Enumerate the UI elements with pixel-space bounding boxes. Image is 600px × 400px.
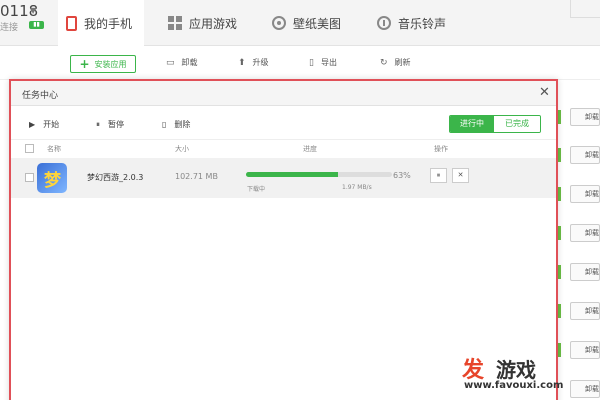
pause-label: 暂停 — [108, 120, 124, 129]
grid-icon — [168, 16, 182, 30]
window-control[interactable] — [570, 0, 600, 18]
watermark-text: 游戏 — [496, 358, 536, 382]
top-nav-bar: 0118 ▼ 连接 ▮▮ 我的手机 应用游戏 壁纸美图 音乐铃声 — [0, 0, 600, 46]
task-table-header: 名称 大小 进度 操作 — [11, 141, 556, 157]
export-icon: ▯ — [309, 57, 314, 68]
list-marker — [558, 265, 561, 279]
install-label: 安装应用 — [94, 59, 127, 69]
table-row[interactable]: 梦 梦幻西游_2.0.3 102.71 MB 63% 下载中 1.97 MB/s… — [11, 158, 556, 198]
download-speed: 1.97 MB/s — [342, 184, 372, 191]
delete-label: 删除 — [174, 120, 191, 129]
upgrade-button[interactable]: ⬆ 升级 — [238, 57, 269, 68]
task-filter-toggle: 进行中 已完成 — [449, 115, 541, 133]
header-name: 名称 — [47, 145, 61, 153]
side-uninstall-button[interactable]: 卸载 — [570, 263, 600, 281]
dialog-title-bar: 任务中心 ✕ — [11, 81, 556, 106]
select-all-checkbox[interactable] — [25, 144, 34, 153]
image-icon — [272, 16, 286, 30]
music-icon — [377, 16, 391, 30]
tab-label: 壁纸美图 — [293, 16, 342, 31]
dialog-title: 任务中心 — [22, 91, 59, 101]
uninstall-button[interactable]: ▭ 卸载 — [166, 57, 198, 68]
pause-icon: ⏸ — [96, 119, 100, 129]
download-state: 下载中 — [247, 186, 266, 193]
plus-icon: + — [79, 57, 90, 71]
account-area[interactable]: 0118 ▼ 连接 ▮▮ — [0, 0, 50, 46]
app-window: 0118 ▼ 连接 ▮▮ 我的手机 应用游戏 壁纸美图 音乐铃声 + 安装应用 — [0, 0, 600, 400]
app-icon: 梦 — [37, 163, 67, 193]
arrow-up-icon: ⬆ — [238, 57, 246, 68]
header-progress: 进度 — [303, 145, 317, 153]
tab-running[interactable]: 进行中 — [450, 116, 495, 132]
list-marker — [558, 148, 561, 162]
export-button[interactable]: ▯ 导出 — [309, 57, 337, 68]
progress-fill — [246, 172, 338, 177]
cancel-task-button[interactable]: ✕ — [452, 168, 469, 183]
export-label: 导出 — [320, 58, 337, 67]
header-action: 操作 — [434, 145, 448, 153]
delete-button[interactable]: ▯ 删除 — [162, 119, 190, 130]
battery-icon: ▮▮ — [29, 21, 44, 29]
trash-icon: ▯ — [162, 120, 167, 129]
tab-apps-games[interactable]: 应用游戏 — [168, 0, 258, 46]
close-icon[interactable]: ✕ — [539, 85, 550, 100]
install-app-button[interactable]: + 安装应用 — [70, 55, 136, 73]
dialog-toolbar: ▶ 开始 ⏸ 暂停 ▯ 删除 进行中 已完成 — [11, 107, 556, 140]
upgrade-label: 升级 — [252, 58, 269, 67]
list-marker — [558, 226, 561, 240]
pause-task-button[interactable]: ⏸ — [430, 168, 447, 183]
side-uninstall-button[interactable]: 卸载 — [570, 185, 600, 203]
connection-status: 连接 — [0, 23, 19, 33]
app-size: 102.71 MB — [175, 172, 218, 181]
app-name: 梦幻西游_2.0.3 — [87, 173, 144, 182]
site-watermark: 发 游戏 www.favouxi.com — [458, 352, 600, 400]
tab-completed[interactable]: 已完成 — [494, 116, 540, 132]
refresh-button[interactable]: ↻ 刷新 — [380, 57, 411, 68]
side-uninstall-button[interactable]: 卸载 — [570, 108, 600, 126]
list-marker — [558, 187, 561, 201]
side-uninstall-button[interactable]: 卸载 — [570, 302, 600, 320]
tab-label: 我的手机 — [84, 16, 133, 31]
side-uninstall-button[interactable]: 卸载 — [570, 146, 600, 164]
refresh-label: 刷新 — [394, 58, 411, 67]
row-checkbox[interactable] — [25, 173, 34, 182]
pause-button[interactable]: ⏸ 暂停 — [96, 119, 124, 130]
tab-wallpapers[interactable]: 壁纸美图 — [272, 0, 362, 46]
uninstall-label: 卸载 — [181, 58, 198, 67]
tab-label: 应用游戏 — [189, 16, 238, 31]
play-icon: ▶ — [29, 120, 36, 129]
start-label: 开始 — [43, 120, 60, 129]
refresh-icon: ↻ — [380, 57, 388, 68]
chevron-down-icon[interactable]: ▼ — [30, 6, 36, 15]
progress-bar — [246, 172, 392, 177]
trash-icon: ▭ — [166, 57, 175, 68]
header-size: 大小 — [175, 145, 189, 153]
start-button[interactable]: ▶ 开始 — [29, 119, 59, 130]
side-uninstall-button[interactable]: 卸载 — [570, 224, 600, 242]
phone-icon — [66, 15, 77, 31]
phone-toolbar: + 安装应用 ▭ 卸载 ⬆ 升级 ▯ 导出 ↻ 刷新 — [0, 47, 600, 80]
progress-percent: 63% — [393, 171, 411, 180]
app-icon-glyph: 梦 — [44, 171, 61, 191]
tab-label: 音乐铃声 — [398, 16, 447, 31]
watermark-url: www.favouxi.com — [464, 380, 564, 391]
list-marker — [558, 110, 561, 124]
list-marker — [558, 304, 561, 318]
tab-my-phone[interactable]: 我的手机 — [58, 0, 144, 46]
tab-music[interactable]: 音乐铃声 — [377, 0, 467, 46]
